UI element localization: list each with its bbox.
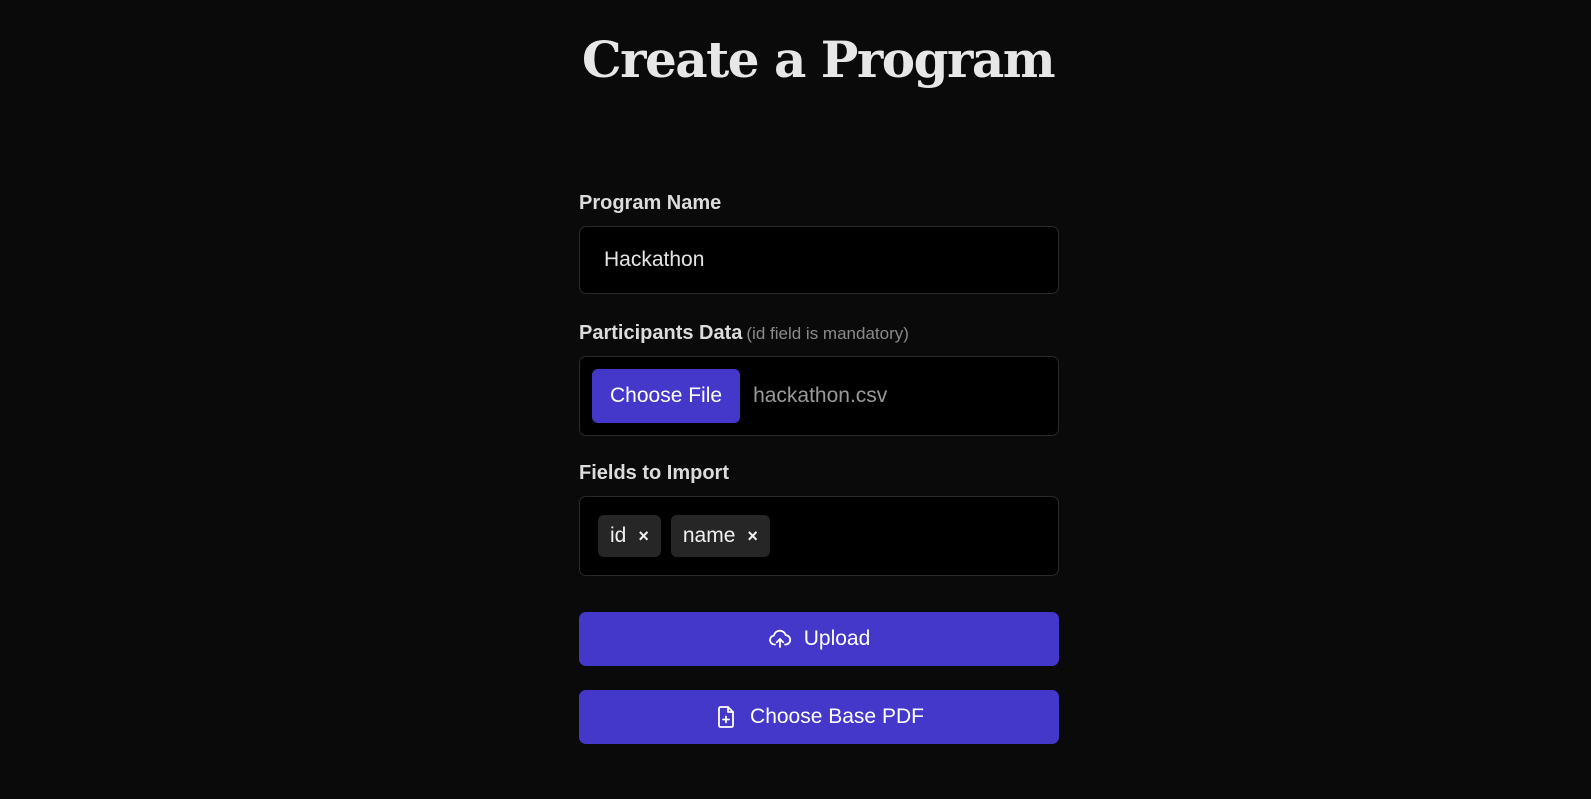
remove-tag-icon[interactable]: × bbox=[747, 526, 758, 547]
program-name-label: Program Name bbox=[579, 192, 722, 214]
page-title: Create a Program bbox=[581, 30, 1056, 89]
program-name-input[interactable]: Hackathon bbox=[579, 226, 1059, 294]
field-tag-id: id × bbox=[598, 515, 661, 557]
fields-to-import-label: Fields to Import bbox=[579, 462, 729, 484]
fields-to-import-input[interactable]: id × name × bbox=[579, 496, 1059, 576]
field-tag-label: name bbox=[682, 524, 736, 547]
file-plus-icon bbox=[718, 706, 734, 728]
page: Create a Program Program Name Hackathon … bbox=[0, 0, 1591, 799]
program-name-value: Hackathon bbox=[604, 248, 705, 271]
choose-base-pdf-button[interactable]: Choose Base PDF bbox=[579, 690, 1059, 744]
participants-data-label-text: Participants Data bbox=[579, 322, 743, 344]
participants-data-hint: (id field is mandatory) bbox=[746, 324, 909, 343]
selected-file-name: hackathon.csv bbox=[753, 384, 888, 407]
field-tag-name: name × bbox=[670, 515, 770, 557]
field-tag-label: id bbox=[610, 524, 627, 547]
create-program-form: Program Name Hackathon Participants Data… bbox=[579, 190, 1059, 744]
choose-base-pdf-label: Choose Base PDF bbox=[750, 705, 924, 728]
remove-tag-icon[interactable]: × bbox=[638, 526, 649, 547]
upload-button-label: Upload bbox=[803, 627, 871, 650]
participants-file-input[interactable]: Choose File hackathon.csv bbox=[579, 356, 1059, 436]
cloud-upload-icon bbox=[768, 629, 791, 648]
participants-data-label: Participants Data (id field is mandatory) bbox=[579, 320, 1059, 346]
upload-button[interactable]: Upload bbox=[579, 612, 1059, 666]
choose-file-button[interactable]: Choose File bbox=[592, 369, 741, 423]
